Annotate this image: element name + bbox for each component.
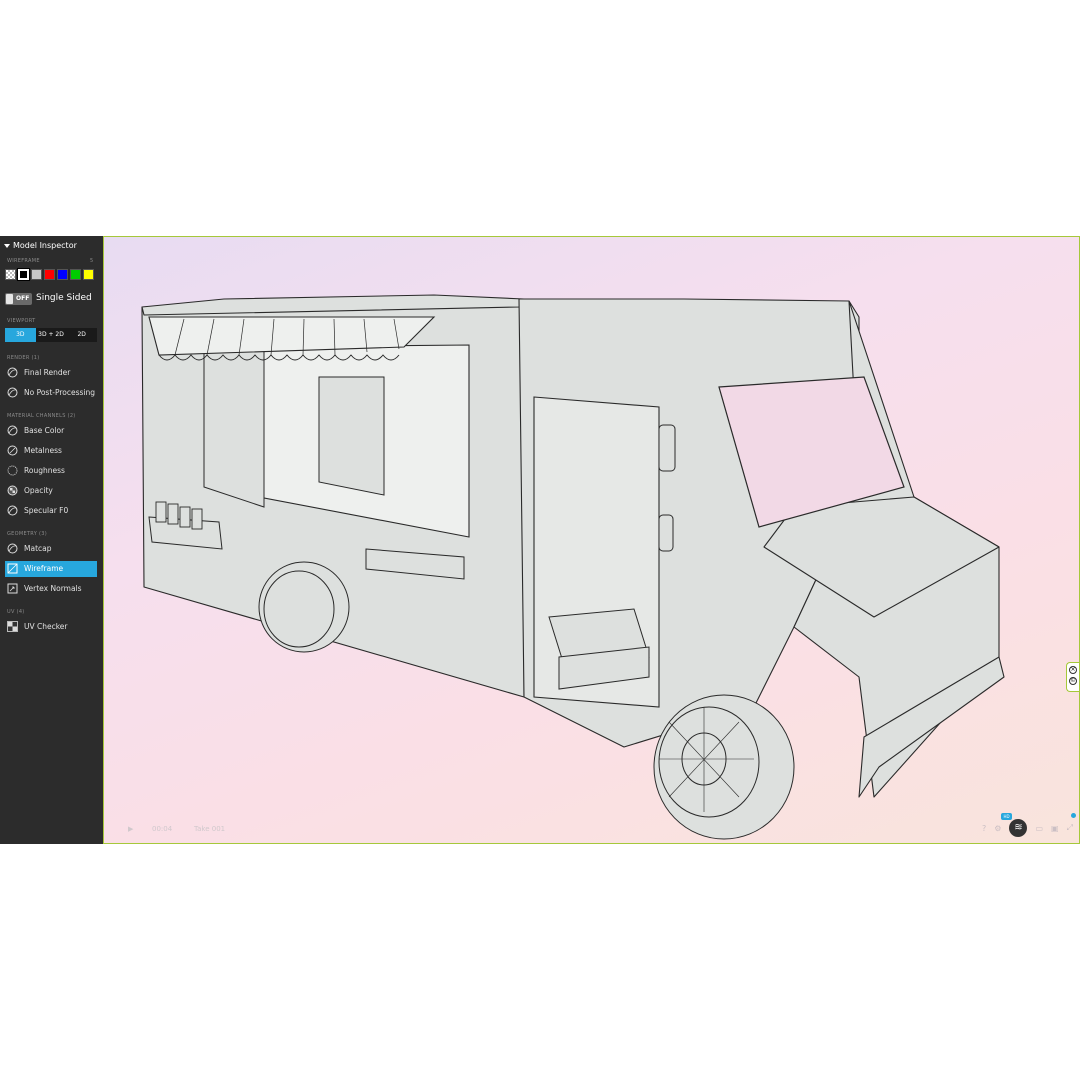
panel-header[interactable]: Model Inspector [4,241,77,250]
time-display: 00:04 [152,825,173,833]
sphere-icon [7,387,18,398]
render-item-label: Final Render [24,368,71,377]
checker-sphere-icon [7,485,18,496]
geometry-wireframe[interactable]: Wireframe [5,561,97,577]
3d-viewport[interactable]: × © ▶ 00:04 Take 001 ? ⚙ HD ≋ ▭ ▣ ⤢ [103,236,1080,844]
single-sided-label: Single Sided [36,293,92,303]
toggle-state: OFF [16,295,30,302]
rough-sphere-icon [7,465,18,476]
layers-icon: ≋ [1014,822,1023,833]
hd-badge: HD [1001,813,1012,820]
viewer-controls: ? ⚙ HD ≋ ▭ ▣ ⤢ [982,813,1073,837]
vr-icon[interactable]: ▭ [1035,824,1043,833]
single-sided-toggle[interactable]: OFF [5,293,32,305]
material-item-label: Metalness [24,446,62,455]
render-final-render[interactable]: Final Render [5,365,97,381]
toggle-knob [6,294,13,304]
material-opacity[interactable]: Opacity [5,483,97,499]
geometry-matcap[interactable]: Matcap [5,541,97,557]
swatch-yellow[interactable] [83,269,94,280]
status-dot [1071,813,1076,818]
swatch-blue[interactable] [57,269,68,280]
render-item-label: No Post-Processing [24,388,96,397]
model-inspector-panel: Model Inspector WIREFRAME 5 OFF Single S… [0,236,103,844]
wireframe-section-label: WIREFRAME [7,258,40,264]
material-item-label: Opacity [24,486,53,495]
uv-section-label: UV (4) [7,609,25,615]
wireframe-icon [7,563,18,574]
render-no-post-processing[interactable]: No Post-Processing [5,385,97,401]
wireframe-color-swatches [5,268,94,281]
material-item-label: Specular F0 [24,506,69,515]
ar-icon[interactable]: ▣ [1051,824,1059,833]
fullscreen-icon[interactable]: ⤢ [1067,823,1073,833]
material-item-label: Roughness [24,466,65,475]
geometry-item-label: Vertex Normals [24,584,82,593]
render-section-label: RENDER (1) [7,355,40,361]
viewport-3d-button[interactable]: 3D [5,328,36,342]
collapse-triangle-icon[interactable] [4,243,10,248]
viewport-mode-selector: 3D 3D + 2D 2D [5,328,97,342]
geometry-item-label: Matcap [24,544,52,553]
wireframe-count: 5 [90,258,94,264]
help-icon[interactable]: ? [982,824,986,833]
uv-item-label: UV Checker [24,622,68,631]
play-icon[interactable]: ▶ [128,825,133,833]
geometry-item-label: Wireframe [24,564,64,573]
take-selector[interactable]: Take 001 [194,825,225,833]
swatch-black[interactable] [17,268,30,281]
checker-icon [7,621,18,632]
metal-sphere-icon [7,445,18,456]
geometry-vertex-normals[interactable]: Vertex Normals [5,581,97,597]
info-circle-icon[interactable]: © [1069,677,1077,685]
food-truck-wireframe-model [141,294,1005,840]
panel-title: Model Inspector [13,241,77,250]
swatch-red[interactable] [44,269,55,280]
sphere-icon [7,425,18,436]
geometry-section-label: GEOMETRY (3) [7,531,47,537]
sphere-icon [7,543,18,554]
material-base-color[interactable]: Base Color [5,423,97,439]
side-tools: × © [1066,662,1079,692]
close-circle-icon[interactable]: × [1069,666,1077,674]
swatch-green[interactable] [70,269,81,280]
swatch-transparent[interactable] [5,269,16,280]
material-roughness[interactable]: Roughness [5,463,97,479]
settings-icon[interactable]: ⚙ [994,824,1001,833]
viewer-bottom-bar: ▶ 00:04 Take 001 ? ⚙ HD ≋ ▭ ▣ ⤢ [104,813,1079,843]
material-metalness[interactable]: Metalness [5,443,97,459]
material-item-label: Base Color [24,426,65,435]
vertex-normals-icon [7,583,18,594]
viewer-app: Model Inspector WIREFRAME 5 OFF Single S… [0,236,1080,844]
material-specular-f0[interactable]: Specular F0 [5,503,97,519]
swatch-gray[interactable] [31,269,42,280]
viewport-2d-button[interactable]: 2D [66,328,97,342]
material-section-label: MATERIAL CHANNELS (2) [7,413,76,419]
viewport-3d-2d-button[interactable]: 3D + 2D [36,328,67,342]
sphere-icon [7,367,18,378]
uv-checker[interactable]: UV Checker [5,619,97,635]
viewport-section-label: VIEWPORT [7,318,36,324]
layers-button[interactable]: HD ≋ [1001,813,1028,837]
sphere-icon [7,505,18,516]
